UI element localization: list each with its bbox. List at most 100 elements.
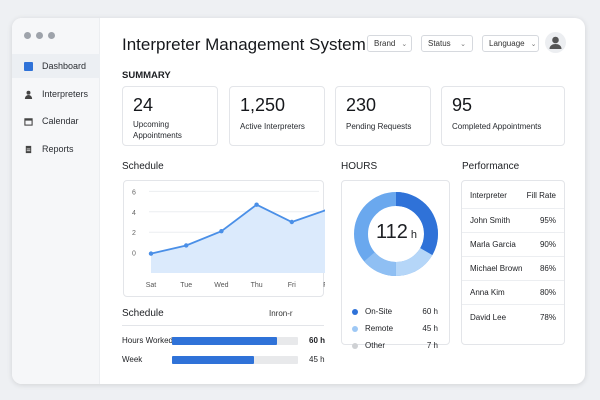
row-value: 45 h bbox=[309, 355, 325, 364]
sidebar-item-reports[interactable]: Reports bbox=[12, 137, 100, 161]
fill-rate: 95% bbox=[539, 216, 556, 225]
sidebar-item-dashboard[interactable]: Dashboard bbox=[12, 54, 100, 78]
summary-label: Active Interpreters bbox=[240, 122, 305, 131]
summary-value: 95 bbox=[452, 95, 473, 115]
avatar[interactable] bbox=[545, 32, 566, 53]
data-point bbox=[219, 228, 224, 234]
x-tick-label: Fri bbox=[288, 282, 297, 289]
summary-value: 24 bbox=[133, 95, 154, 115]
sidebar-item-calendar[interactable]: Calendar bbox=[12, 109, 100, 133]
table-row[interactable]: Marla Garcia 90% bbox=[462, 233, 564, 257]
data-point bbox=[148, 251, 154, 256]
summary-label: Completed Appointments bbox=[452, 122, 542, 131]
legend-label: On-Site bbox=[365, 307, 393, 316]
row-label: Hours Worked bbox=[122, 336, 173, 345]
app-window: Dashboard Interpreters Calendar Reports … bbox=[12, 18, 585, 384]
summary-label: Pending Requests bbox=[346, 122, 412, 131]
sidebar-item-interpreters[interactable]: Interpreters bbox=[12, 82, 100, 106]
table-row[interactable]: John Smith 95% bbox=[462, 209, 564, 233]
x-tick-label: Thu bbox=[251, 282, 263, 289]
data-point bbox=[184, 243, 189, 248]
legend-value: 60 h bbox=[422, 307, 438, 316]
legend-label: Remote bbox=[365, 324, 394, 333]
fill-rate: 90% bbox=[539, 240, 556, 249]
table-row[interactable]: Michael Brown 86% bbox=[462, 257, 564, 281]
interpreter-name: Michael Brown bbox=[470, 264, 523, 273]
y-tick-label: 4 bbox=[132, 210, 136, 217]
bar-fill bbox=[172, 337, 277, 345]
filter-label: Status bbox=[428, 39, 451, 48]
summary-card: 230 Pending Requests bbox=[335, 86, 431, 146]
chevron-down-icon: ⌄ bbox=[530, 40, 537, 48]
total-unit: h bbox=[410, 229, 418, 241]
schedule2-title: Schedule bbox=[122, 308, 164, 319]
sidebar-item-label: Reports bbox=[42, 144, 74, 154]
table-header: Interpreter Fill Rate bbox=[462, 183, 564, 209]
window-dot[interactable] bbox=[36, 32, 43, 39]
total-value: 112 bbox=[375, 221, 408, 243]
hours-card: 112 h On-Site 60 h Remote 45 h Other 7 h bbox=[341, 180, 451, 350]
sidebar-item-label: Interpreters bbox=[42, 89, 89, 99]
legend-remote: Remote 45 h bbox=[352, 324, 438, 333]
interpreter-name: Anna Kim bbox=[470, 288, 505, 297]
fill-rate: 86% bbox=[539, 264, 556, 273]
schedule-dropdown[interactable]: Inron-r bbox=[269, 309, 293, 318]
x-tick-label: Fx bbox=[323, 282, 325, 289]
language-filter[interactable]: Language ⌄ bbox=[482, 35, 539, 52]
window-controls bbox=[24, 32, 55, 39]
summary-card: 1,250 Active Interpreters bbox=[229, 86, 325, 146]
hours-title: HOURS bbox=[341, 161, 378, 172]
column-header: Interpreter bbox=[470, 191, 507, 200]
window-dot[interactable] bbox=[48, 32, 55, 39]
interpreter-name: Marla Garcia bbox=[470, 240, 516, 249]
week-bar bbox=[172, 356, 298, 364]
sidebar: Dashboard Interpreters Calendar Reports bbox=[12, 18, 100, 384]
performance-table: Interpreter Fill Rate John Smith 95% Marla… bbox=[461, 180, 565, 345]
filter-label: Language bbox=[489, 39, 525, 48]
x-tick-label: Sat bbox=[146, 282, 157, 289]
legend-onsite: On-Site 60 h bbox=[352, 307, 438, 316]
row-value: 60 h bbox=[309, 336, 326, 345]
legend-value: 7 h bbox=[426, 341, 438, 350]
schedule-chart-card: 0 2 4 6 Sat Tue Wed Thu Fri Fx bbox=[123, 180, 331, 297]
fill-rate: 80% bbox=[539, 288, 556, 297]
x-tick-label: Wed bbox=[214, 282, 228, 289]
report-icon bbox=[25, 145, 32, 153]
divider bbox=[122, 325, 324, 326]
y-tick-label: 2 bbox=[132, 230, 136, 237]
performance-title: Performance bbox=[462, 161, 520, 172]
chevron-down-icon: ⌄ bbox=[401, 40, 408, 48]
data-point bbox=[289, 219, 294, 225]
table-row[interactable]: David Lee 78% bbox=[462, 305, 564, 329]
hours-total: 112 h bbox=[342, 221, 451, 244]
interpreter-name: John Smith bbox=[470, 216, 511, 225]
y-tick-label: 0 bbox=[132, 251, 136, 258]
summary-card: 24 Upcoming Appointments bbox=[122, 86, 218, 146]
y-tick-label: 6 bbox=[132, 189, 136, 196]
calendar-icon bbox=[24, 117, 33, 126]
dashboard-icon bbox=[24, 61, 33, 71]
summary-card: 95 Completed Appointments bbox=[441, 86, 565, 146]
summary-label: Upcoming Appointments bbox=[133, 120, 182, 140]
window-dot[interactable] bbox=[24, 32, 31, 39]
status-filter[interactable]: Status ⌄ bbox=[421, 35, 473, 52]
summary-title: SUMMARY bbox=[122, 70, 171, 81]
table-row[interactable]: Anna Kim 80% bbox=[462, 281, 564, 305]
filter-label: Brand bbox=[374, 39, 396, 48]
page-title: Interpreter Management System bbox=[122, 35, 366, 54]
brand-filter[interactable]: Brand ⌄ bbox=[367, 35, 412, 52]
legend-value: 45 h bbox=[422, 324, 438, 333]
row-label: Week bbox=[122, 355, 143, 364]
bar-fill bbox=[172, 356, 254, 364]
sidebar-item-label: Dashboard bbox=[42, 61, 87, 71]
column-header: Fill Rate bbox=[526, 191, 556, 200]
data-point bbox=[254, 202, 259, 207]
legend-label: Other bbox=[365, 341, 386, 350]
legend-other: Other 7 h bbox=[352, 341, 438, 350]
schedule-title: Schedule bbox=[122, 161, 164, 172]
summary-value: 230 bbox=[346, 95, 377, 115]
schedule-chart: 0 2 4 6 Sat Tue Wed Thu Fri Fx bbox=[132, 189, 331, 289]
x-tick-label: Tue bbox=[180, 282, 192, 289]
fill-rate: 78% bbox=[539, 312, 556, 322]
sidebar-item-label: Calendar bbox=[42, 116, 79, 126]
